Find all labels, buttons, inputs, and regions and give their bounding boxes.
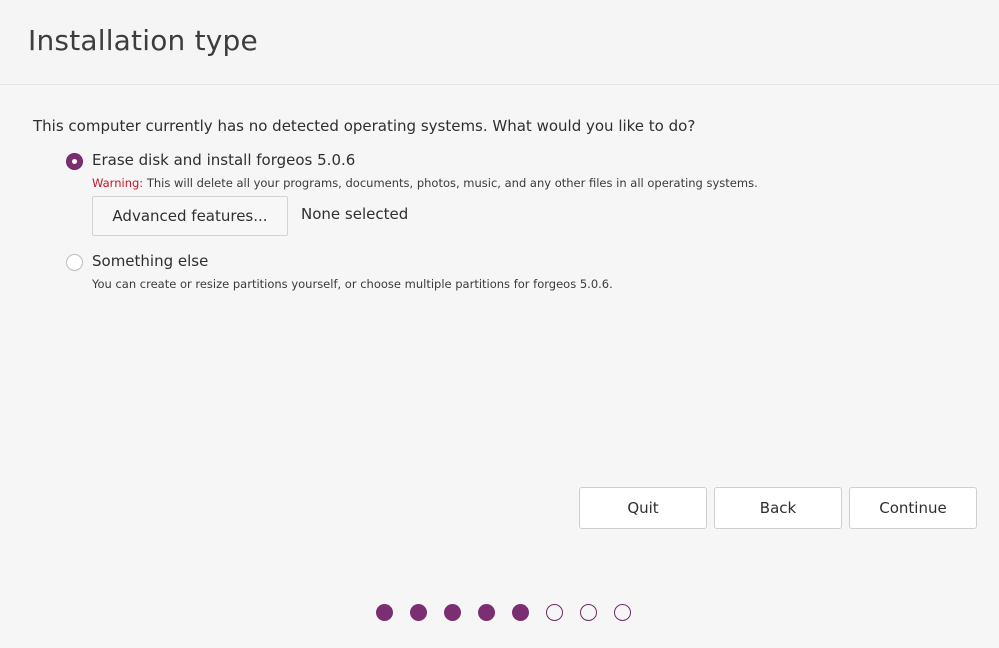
progress-dot-complete xyxy=(512,604,529,621)
warning-text: This will delete all your programs, docu… xyxy=(146,176,758,190)
progress-dot-pending xyxy=(614,604,631,621)
option-erase-disk-warning: Warning: This will delete all your progr… xyxy=(92,176,758,190)
question-text: This computer currently has no detected … xyxy=(33,117,696,135)
continue-button[interactable]: Continue xyxy=(849,487,977,529)
header-bar: Installation type xyxy=(0,0,999,85)
radio-erase-disk[interactable] xyxy=(66,153,83,170)
progress-dot-complete xyxy=(478,604,495,621)
option-something-else-label[interactable]: Something else xyxy=(92,252,208,270)
page-title: Installation type xyxy=(28,24,258,57)
warning-label: Warning: xyxy=(92,176,144,190)
progress-dot-pending xyxy=(546,604,563,621)
advanced-features-button[interactable]: Advanced features... xyxy=(92,196,288,236)
progress-dot-pending xyxy=(580,604,597,621)
radio-something-else[interactable] xyxy=(66,254,83,271)
back-button[interactable]: Back xyxy=(714,487,842,529)
option-something-else-description: You can create or resize partitions your… xyxy=(92,277,613,291)
advanced-features-status: None selected xyxy=(301,205,409,223)
option-erase-disk-label[interactable]: Erase disk and install forgeos 5.0.6 xyxy=(92,151,355,169)
progress-dot-complete xyxy=(376,604,393,621)
progress-dot-complete xyxy=(444,604,461,621)
progress-dot-complete xyxy=(410,604,427,621)
quit-button[interactable]: Quit xyxy=(579,487,707,529)
